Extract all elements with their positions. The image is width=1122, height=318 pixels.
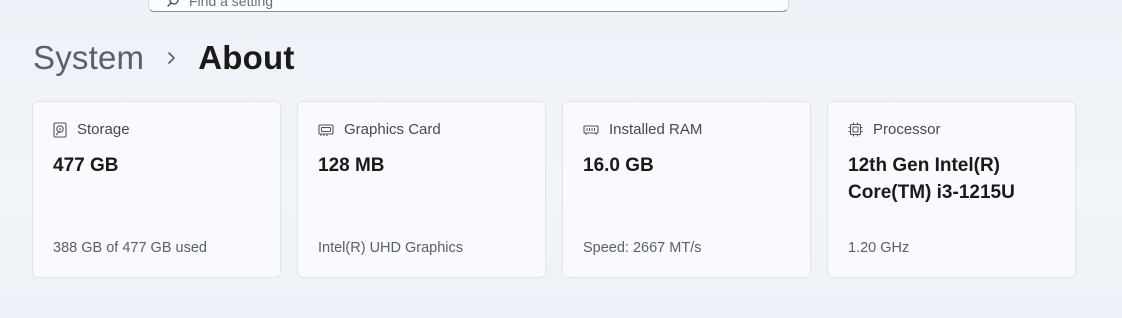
chevron-right-icon	[144, 51, 198, 65]
page-title: About	[198, 39, 295, 76]
search-placeholder: Find a setting	[189, 0, 274, 9]
ram-icon	[583, 124, 599, 135]
card-header: Installed RAM	[583, 121, 702, 138]
card-label: Storage	[77, 121, 130, 138]
card-value: 128 MB	[318, 155, 385, 176]
graphics-card-icon	[318, 123, 334, 136]
card-detail: 388 GB of 477 GB used	[53, 240, 207, 256]
breadcrumb-system-link[interactable]: System	[33, 39, 144, 77]
breadcrumb: System About	[33, 36, 295, 80]
card-header: Graphics Card	[318, 121, 441, 138]
card-label: Processor	[873, 121, 941, 138]
graphics-card-card[interactable]: Graphics Card 128 MB Intel(R) UHD Graphi…	[297, 101, 546, 278]
card-value: 12th Gen Intel(R) Core(TM) i3-1215U	[848, 155, 1015, 203]
card-label: Installed RAM	[609, 121, 703, 138]
installed-ram-card[interactable]: Installed RAM 16.0 GB Speed: 2667 MT/s	[562, 101, 811, 278]
card-header: Processor	[848, 121, 941, 138]
card-detail: 1.20 GHz	[848, 240, 910, 256]
search-icon	[167, 0, 179, 7]
card-value: 477 GB	[53, 155, 119, 176]
storage-icon	[53, 121, 67, 138]
storage-card[interactable]: Storage 477 GB 388 GB of 477 GB used	[32, 101, 281, 278]
processor-icon	[848, 122, 863, 137]
card-header: Storage	[53, 121, 130, 138]
card-label: Graphics Card	[344, 121, 441, 138]
card-detail: Intel(R) UHD Graphics	[318, 240, 464, 256]
device-spec-cards: Storage 477 GB 388 GB of 477 GB used Gra…	[32, 101, 1076, 278]
card-detail: Speed: 2667 MT/s	[583, 240, 702, 256]
search-input[interactable]: Find a setting	[148, 0, 789, 12]
processor-card[interactable]: Processor 12th Gen Intel(R) Core(TM) i3-…	[827, 101, 1076, 278]
card-value: 16.0 GB	[583, 155, 654, 176]
